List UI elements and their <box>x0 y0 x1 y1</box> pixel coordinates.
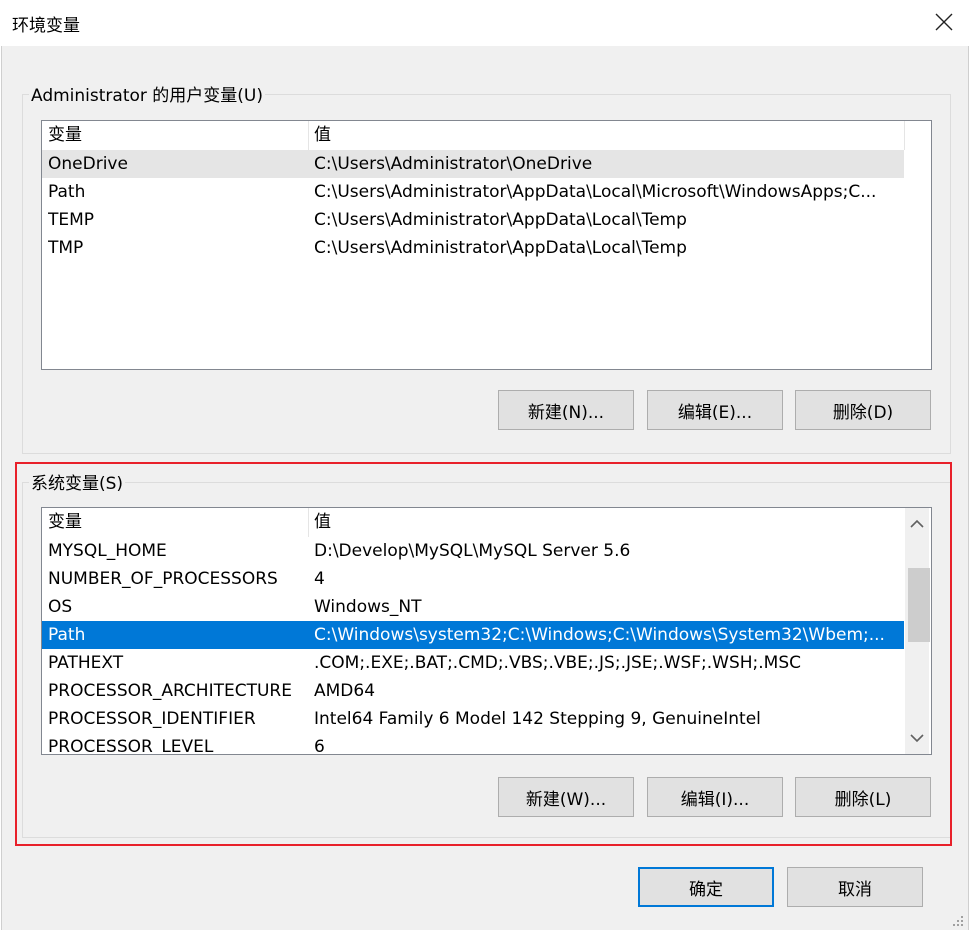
window-title: 环境变量 <box>12 16 80 36</box>
annotation-highlight-box <box>15 462 952 846</box>
table-row[interactable]: TMP C:\Users\Administrator\AppData\Local… <box>42 234 931 262</box>
variable-value: C:\Users\Administrator\AppData\Local\Tem… <box>314 238 687 258</box>
variable-value: C:\Users\Administrator\AppData\Local\Mic… <box>314 182 877 202</box>
table-row[interactable]: OneDrive C:\Users\Administrator\OneDrive <box>42 150 904 178</box>
column-separator[interactable] <box>904 121 905 150</box>
cancel-button[interactable]: 取消 <box>787 867 923 907</box>
table-row[interactable]: TEMP C:\Users\Administrator\AppData\Loca… <box>42 206 931 234</box>
user-new-button[interactable]: 新建(N)... <box>498 390 634 430</box>
column-header-variable[interactable]: 变量 <box>42 121 308 150</box>
column-header-value[interactable]: 值 <box>308 121 904 150</box>
user-variables-label: Administrator 的用户变量(U) <box>29 81 265 106</box>
close-icon[interactable] <box>932 10 956 34</box>
list-header: 变量 值 <box>42 121 931 150</box>
user-edit-button[interactable]: 编辑(E)... <box>647 390 783 430</box>
user-delete-button[interactable]: 删除(D) <box>795 390 931 430</box>
variable-name: TMP <box>48 238 84 258</box>
variable-value: C:\Users\Administrator\OneDrive <box>314 154 593 174</box>
variable-name: Path <box>48 182 86 202</box>
variable-name: OneDrive <box>48 154 128 174</box>
variable-value: C:\Users\Administrator\AppData\Local\Tem… <box>314 210 687 230</box>
ok-button[interactable]: 确定 <box>638 867 774 907</box>
title-bar: 环境变量 <box>0 0 970 46</box>
variable-name: TEMP <box>48 210 95 230</box>
resize-grip-icon[interactable] <box>950 912 964 926</box>
table-row[interactable]: Path C:\Users\Administrator\AppData\Loca… <box>42 178 931 206</box>
user-variables-list[interactable]: 变量 值 OneDrive C:\Users\Administrator\One… <box>41 120 932 370</box>
